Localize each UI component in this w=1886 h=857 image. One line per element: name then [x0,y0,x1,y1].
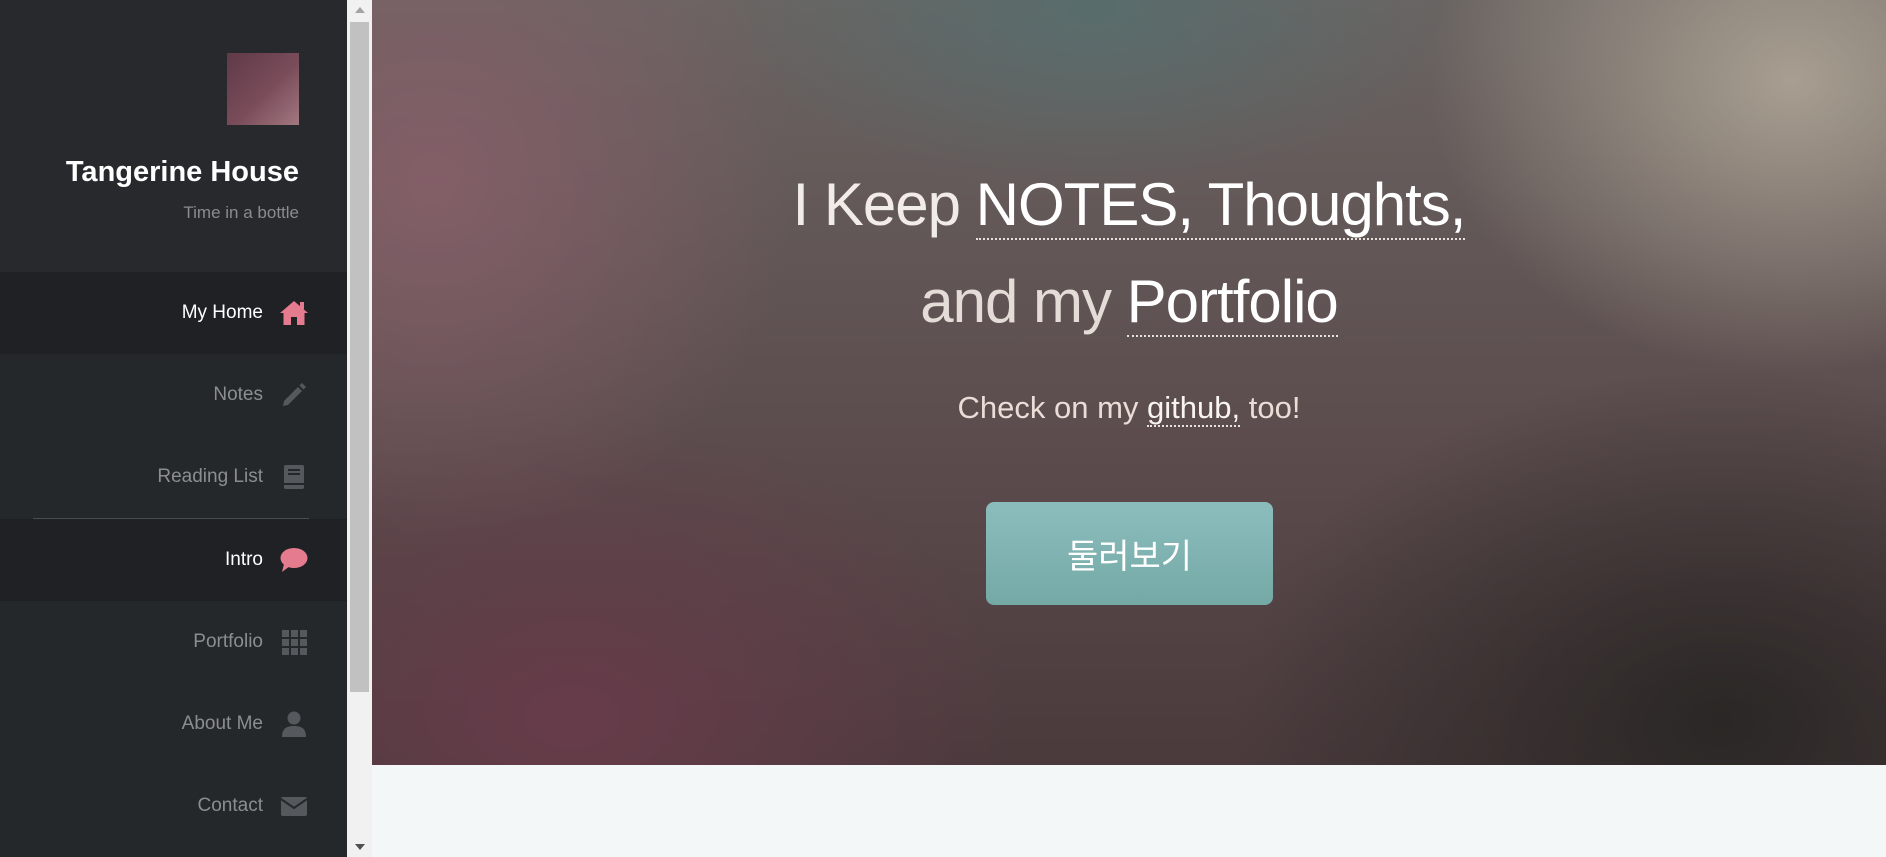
scrollbar-thumb[interactable] [350,22,369,692]
pencil-icon [279,380,309,410]
grid-icon [279,627,309,657]
sidebar-item-label: About Me [181,713,263,734]
hero-heading-line2: and my Portfolio [372,267,1886,337]
sidebar-header: Tangerine House Time in a bottle [0,0,347,272]
site-title[interactable]: Tangerine House [66,156,299,189]
sidebar-item-label: My Home [181,302,263,323]
comment-icon [279,545,309,575]
scroll-up-arrow-icon[interactable] [347,0,372,20]
hero-heading-text: and my [920,268,1127,335]
sidebar-item-label: Contact [197,795,263,816]
sidebar-nav: My Home Notes Reading List Intro Portfol… [0,272,347,847]
portfolio-link[interactable]: Portfolio [1126,268,1339,337]
avatar[interactable] [227,53,299,125]
hero-heading-line1: I Keep NOTES, Thoughts, [372,170,1886,240]
sidebar-item-label: Portfolio [193,631,263,652]
sidebar-item-label: Notes [213,384,263,405]
sidebar-item-my-home[interactable]: My Home [0,272,347,354]
notes-link[interactable]: NOTES, Thoughts, [975,171,1466,240]
scroll-down-arrow-icon[interactable] [347,837,372,857]
user-icon [279,709,309,739]
sidebar-item-contact[interactable]: Contact [0,765,347,847]
sidebar-item-reading-list[interactable]: Reading List [0,436,347,518]
sidebar-item-about-me[interactable]: About Me [0,683,347,765]
sidebar-item-portfolio[interactable]: Portfolio [0,601,347,683]
sidebar-item-notes[interactable]: Notes [0,354,347,436]
sidebar-item-intro[interactable]: Intro [0,519,347,601]
sidebar-item-label: Intro [224,549,263,570]
hero-heading-text: I Keep [792,171,976,238]
sidebar-item-label: Reading List [157,466,263,487]
github-link[interactable]: github, [1147,390,1241,427]
browse-button[interactable]: 둘러보기 [986,502,1273,605]
envelope-icon [279,791,309,821]
vertical-scrollbar[interactable] [347,0,372,857]
site-tagline: Time in a bottle [183,203,299,222]
hero-section: I Keep NOTES, Thoughts, and my Portfolio… [372,0,1886,765]
home-icon [279,298,309,328]
hero-subtitle-text: Check on my [957,390,1148,425]
hero-subtitle-text: too! [1240,390,1301,425]
hero-subtitle: Check on my github, too! [372,390,1886,427]
book-icon [279,462,309,492]
content-area [372,765,1886,857]
sidebar: Tangerine House Time in a bottle My Home… [0,0,347,857]
